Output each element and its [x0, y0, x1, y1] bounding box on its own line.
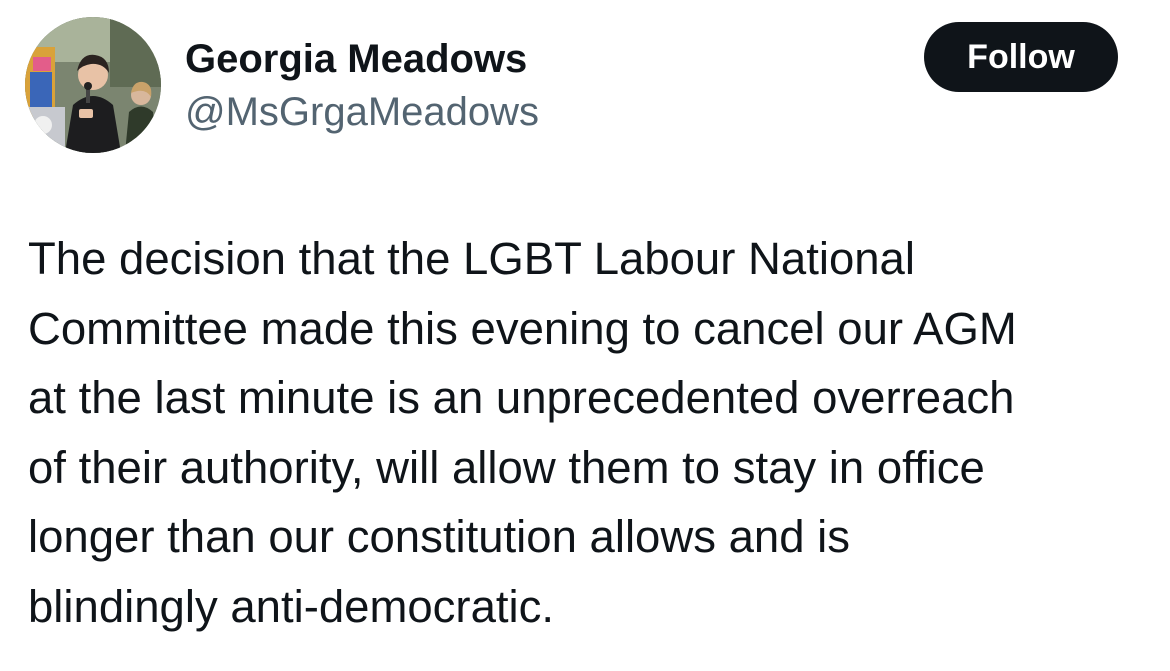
author-avatar[interactable]: [25, 17, 161, 153]
profile-photo-icon: [25, 17, 161, 153]
tweet-text-line: blindingly anti-democratic.: [28, 580, 555, 632]
tweet-card: Georgia Meadows @MsGrgaMeadows Follow Th…: [0, 0, 1170, 671]
author-handle[interactable]: @MsGrgaMeadows: [185, 89, 539, 135]
tweet-text-line: at the last minute is an unprecedented o…: [28, 372, 1015, 423]
tweet-text-line: longer than our constitution allows and …: [28, 511, 851, 562]
tweet-text: The decision that the LGBT Labour Nation…: [28, 224, 1153, 641]
tweet-text-line: Committee made this evening to cancel ou…: [28, 302, 1017, 354]
follow-button[interactable]: Follow: [924, 22, 1118, 92]
author-display-name[interactable]: Georgia Meadows: [185, 36, 527, 82]
tweet-text-line: of their authority, will allow them to s…: [28, 441, 985, 493]
tweet-text-line: The decision that the LGBT Labour Nation…: [28, 233, 915, 284]
